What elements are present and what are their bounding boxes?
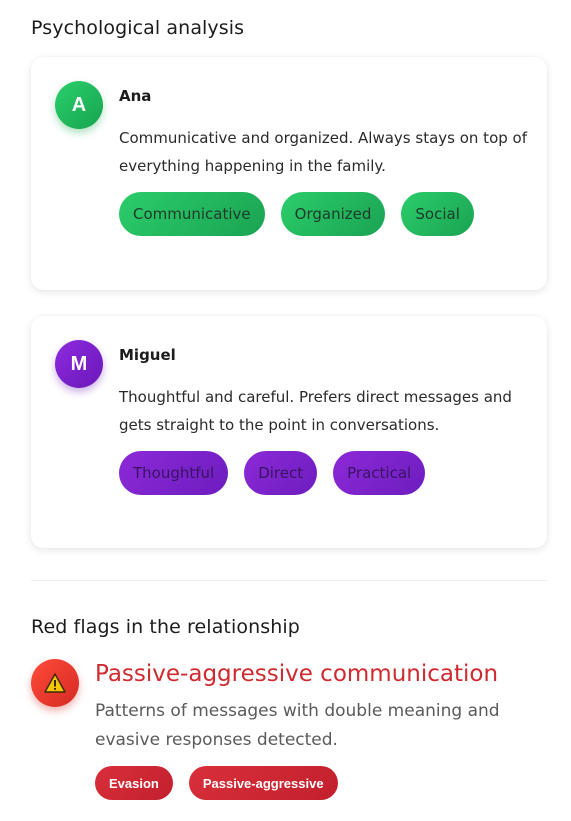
profile-name: Miguel xyxy=(119,346,176,364)
profile-name: Ana xyxy=(119,87,152,105)
red-flag-tag: Passive-aggressive xyxy=(188,766,338,800)
section-divider xyxy=(31,580,547,581)
trait-list: Communicative Organized Social xyxy=(119,192,474,236)
trait-badge: Organized xyxy=(280,192,386,236)
trait-badge: Thoughtful xyxy=(119,451,229,495)
avatar: M xyxy=(55,340,103,388)
red-flag-title: Passive-aggressive communication xyxy=(95,661,499,687)
profile-card-miguel: M Miguel Thoughtful and careful. Prefers… xyxy=(31,316,547,548)
avatar: A xyxy=(55,81,103,129)
red-flag-description: Patterns of messages with double meaning… xyxy=(95,701,500,750)
red-flag-icon-badge xyxy=(31,659,79,707)
section-title-red-flags: Red flags in the relationship xyxy=(31,616,300,638)
warning-icon xyxy=(44,673,66,693)
profile-card-ana: A Ana Communicative and organized. Alway… xyxy=(31,57,547,290)
trait-badge: Social xyxy=(401,192,474,236)
profile-description: Communicative and organized. Always stay… xyxy=(119,129,527,175)
profile-description: Thoughtful and careful. Prefers direct m… xyxy=(119,388,512,434)
red-flag-tag: Evasion xyxy=(95,766,173,800)
trait-list: Thoughtful Direct Practical xyxy=(119,451,426,495)
red-flag-tag-list: Evasion Passive-aggressive xyxy=(95,766,338,800)
trait-badge: Communicative xyxy=(119,192,265,236)
trait-badge: Practical xyxy=(333,451,426,495)
trait-badge: Direct xyxy=(244,451,318,495)
section-title-psychological-analysis: Psychological analysis xyxy=(31,17,245,39)
